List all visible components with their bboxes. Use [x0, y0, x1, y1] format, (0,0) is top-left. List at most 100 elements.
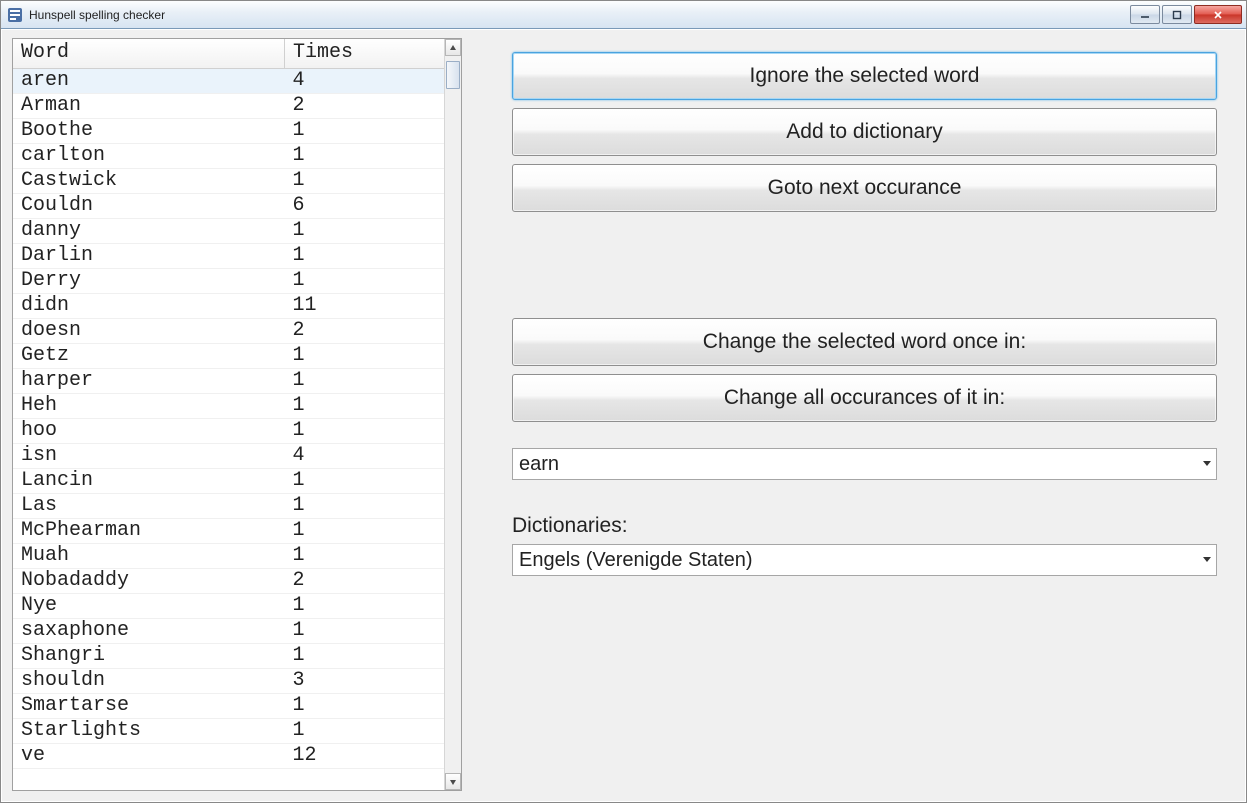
col-header-times[interactable]: Times: [285, 39, 444, 69]
table-row[interactable]: Castwick1: [13, 169, 444, 194]
cell-times: 6: [285, 194, 444, 219]
table-row[interactable]: Heh1: [13, 394, 444, 419]
word-list-panel: Word Times aren4Arman2Boothe1carlton1Cas…: [12, 38, 462, 791]
cell-word: Boothe: [13, 119, 285, 144]
word-table[interactable]: Word Times aren4Arman2Boothe1carlton1Cas…: [13, 39, 444, 769]
table-row[interactable]: ve12: [13, 744, 444, 769]
cell-times: 1: [285, 269, 444, 294]
table-row[interactable]: Couldn6: [13, 194, 444, 219]
maximize-button[interactable]: [1162, 5, 1192, 24]
cell-word: Nobadaddy: [13, 569, 285, 594]
cell-word: Shangri: [13, 644, 285, 669]
cell-word: Heh: [13, 394, 285, 419]
change-once-button-label: Change the selected word once in:: [703, 330, 1026, 354]
cell-word: aren: [13, 69, 285, 94]
table-row[interactable]: aren4: [13, 69, 444, 94]
cell-word: Lancin: [13, 469, 285, 494]
ignore-button[interactable]: Ignore the selected word: [512, 52, 1217, 100]
table-row[interactable]: Boothe1: [13, 119, 444, 144]
table-row[interactable]: danny1: [13, 219, 444, 244]
cell-times: 1: [285, 369, 444, 394]
word-list-scrollbar[interactable]: [444, 39, 461, 790]
scroll-up-button[interactable]: [445, 39, 461, 56]
cell-times: 1: [285, 719, 444, 744]
cell-word: Darlin: [13, 244, 285, 269]
table-row[interactable]: shouldn3: [13, 669, 444, 694]
table-row[interactable]: Lancin1: [13, 469, 444, 494]
change-all-button-label: Change all occurances of it in:: [724, 386, 1005, 410]
cell-times: 1: [285, 644, 444, 669]
table-row[interactable]: hoo1: [13, 419, 444, 444]
table-row[interactable]: carlton1: [13, 144, 444, 169]
table-row[interactable]: harper1: [13, 369, 444, 394]
cell-times: 1: [285, 344, 444, 369]
goto-next-button[interactable]: Goto next occurance: [512, 164, 1217, 212]
cell-times: 1: [285, 394, 444, 419]
client-area: Word Times aren4Arman2Boothe1carlton1Cas…: [1, 29, 1246, 802]
cell-word: hoo: [13, 419, 285, 444]
table-row[interactable]: didn11: [13, 294, 444, 319]
cell-word: Starlights: [13, 719, 285, 744]
gap: [512, 430, 1217, 448]
cell-word: Getz: [13, 344, 285, 369]
change-all-button[interactable]: Change all occurances of it in:: [512, 374, 1217, 422]
cell-word: Derry: [13, 269, 285, 294]
goto-next-button-label: Goto next occurance: [768, 176, 962, 200]
table-row[interactable]: doesn2: [13, 319, 444, 344]
cell-times: 2: [285, 569, 444, 594]
cell-word: Couldn: [13, 194, 285, 219]
col-header-word[interactable]: Word: [13, 39, 285, 69]
table-row[interactable]: Darlin1: [13, 244, 444, 269]
dictionary-combo[interactable]: Engels (Verenigde Staten): [512, 544, 1217, 576]
minimize-button[interactable]: [1130, 5, 1160, 24]
controls-panel: Ignore the selected word Add to dictiona…: [512, 38, 1235, 791]
cell-word: doesn: [13, 319, 285, 344]
table-row[interactable]: Derry1: [13, 269, 444, 294]
table-row[interactable]: isn4: [13, 444, 444, 469]
table-row[interactable]: Starlights1: [13, 719, 444, 744]
cell-times: 2: [285, 319, 444, 344]
table-row[interactable]: Las1: [13, 494, 444, 519]
app-window: Hunspell spelling checker Word: [0, 0, 1247, 803]
table-row[interactable]: Shangri1: [13, 644, 444, 669]
cell-word: Castwick: [13, 169, 285, 194]
dictionaries-label: Dictionaries:: [512, 514, 1217, 538]
cell-word: harper: [13, 369, 285, 394]
table-row[interactable]: Nye1: [13, 594, 444, 619]
dictionary-selected: Engels (Verenigde Staten): [519, 549, 753, 572]
window-controls: [1128, 5, 1242, 24]
scroll-down-button[interactable]: [445, 773, 461, 790]
scroll-thumb[interactable]: [446, 61, 460, 89]
cell-times: 1: [285, 169, 444, 194]
close-button[interactable]: [1194, 5, 1242, 24]
cell-word: ve: [13, 744, 285, 769]
cell-times: 1: [285, 619, 444, 644]
cell-word: carlton: [13, 144, 285, 169]
cell-times: 1: [285, 494, 444, 519]
table-row[interactable]: saxaphone1: [13, 619, 444, 644]
cell-times: 1: [285, 144, 444, 169]
app-icon: [7, 7, 23, 23]
window-title: Hunspell spelling checker: [29, 8, 1128, 22]
cell-word: didn: [13, 294, 285, 319]
cell-times: 12: [285, 744, 444, 769]
cell-word: isn: [13, 444, 285, 469]
table-row[interactable]: McPhearman1: [13, 519, 444, 544]
table-row[interactable]: Arman2: [13, 94, 444, 119]
table-row[interactable]: Nobadaddy2: [13, 569, 444, 594]
suggestion-combo[interactable]: earn: [512, 448, 1217, 480]
cell-word: Smartarse: [13, 694, 285, 719]
cell-word: McPhearman: [13, 519, 285, 544]
cell-word: danny: [13, 219, 285, 244]
cell-word: Muah: [13, 544, 285, 569]
word-table-wrap: Word Times aren4Arman2Boothe1carlton1Cas…: [13, 39, 444, 790]
suggestion-selected: earn: [519, 453, 559, 476]
table-row[interactable]: Smartarse1: [13, 694, 444, 719]
table-row[interactable]: Muah1: [13, 544, 444, 569]
add-to-dictionary-button[interactable]: Add to dictionary: [512, 108, 1217, 156]
cell-word: Arman: [13, 94, 285, 119]
chevron-down-icon: [1202, 459, 1212, 469]
change-once-button[interactable]: Change the selected word once in:: [512, 318, 1217, 366]
table-row[interactable]: Getz1: [13, 344, 444, 369]
spacer: [512, 220, 1217, 318]
